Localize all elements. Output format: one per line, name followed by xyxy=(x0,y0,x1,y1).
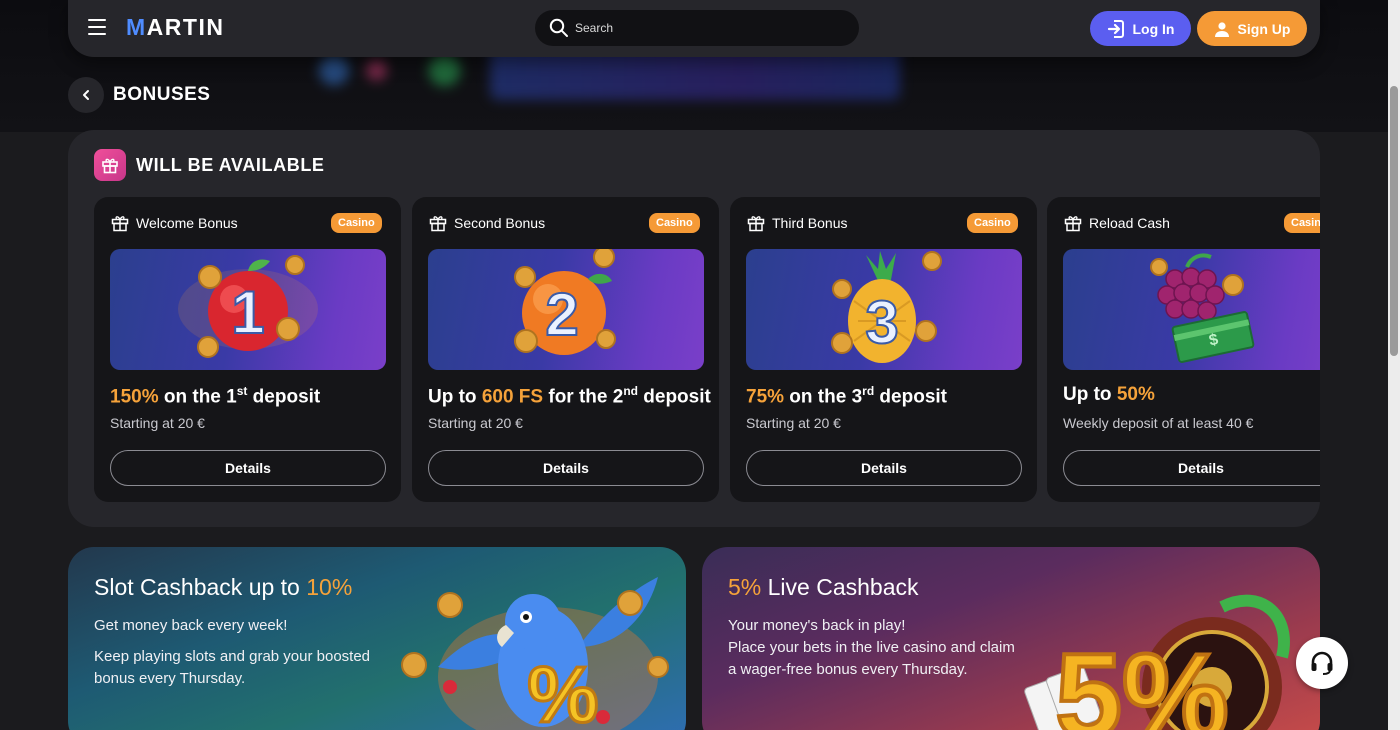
bonus-card-second: Second Bonus Casino 2 Up to 600 FS for t… xyxy=(412,197,719,502)
live-cashback-banner[interactable]: 5% Live Cashback Your money's back in pl… xyxy=(702,547,1320,730)
search-box[interactable] xyxy=(535,10,859,46)
card-name: Welcome Bonus xyxy=(136,215,238,231)
card-artwork-pineapple: 3 xyxy=(746,249,1022,370)
gift-icon xyxy=(1064,216,1082,232)
card-name: Third Bonus xyxy=(772,215,848,231)
site-header: MARTIN Log In Sign Up xyxy=(68,0,1320,57)
card-headline: Up to 600 FS for the 2nd deposit xyxy=(428,384,711,408)
gift-icon xyxy=(747,216,765,232)
login-arrow-icon xyxy=(1107,19,1124,38)
logo-text: ARTIN xyxy=(146,14,225,40)
art-number: 2 xyxy=(545,281,578,348)
search-input[interactable] xyxy=(575,10,845,46)
card-headline: Up to 50% xyxy=(1063,384,1155,405)
card-artwork-grapes: $ xyxy=(1063,249,1320,370)
gift-icon xyxy=(94,149,126,181)
casino-tag: Casino xyxy=(649,213,700,233)
bonus-card-third: Third Bonus Casino 3 75% on the 3rd depo… xyxy=(730,197,1037,502)
banner-line2: Place your bets in the live casino and c… xyxy=(728,639,1015,678)
support-chat-button[interactable] xyxy=(1296,637,1348,689)
slot-cashback-banner[interactable]: Slot Cashback up to 10% Get money back e… xyxy=(68,547,686,730)
card-subtitle: Starting at 20 € xyxy=(110,415,205,431)
banner-line2: Keep playing slots and grab your boosted… xyxy=(94,648,371,687)
site-logo[interactable]: MARTIN xyxy=(126,14,224,41)
art-number: 3 xyxy=(865,289,898,356)
chevron-left-icon xyxy=(83,90,89,100)
details-button[interactable]: Details xyxy=(428,450,704,486)
gift-icon xyxy=(429,216,447,232)
card-subtitle: Starting at 20 € xyxy=(746,415,841,431)
login-button[interactable]: Log In xyxy=(1090,11,1191,46)
parrot-illustration: % xyxy=(401,577,669,730)
card-name: Second Bonus xyxy=(454,215,546,231)
card-artwork-apple: 1 xyxy=(110,249,386,370)
support-headset-icon xyxy=(1311,651,1333,675)
bonus-card-welcome: Welcome Bonus Casino 1 150% on the 1st d… xyxy=(94,197,401,502)
page-title: BONUSES xyxy=(113,84,211,105)
details-button[interactable]: Details xyxy=(746,450,1022,486)
bonus-card-reload: Reload Cash Casino $ xyxy=(1047,197,1320,502)
search-icon xyxy=(549,18,568,37)
user-icon xyxy=(1214,21,1229,37)
details-button[interactable]: Details xyxy=(1063,450,1320,486)
signup-button[interactable]: Sign Up xyxy=(1197,11,1307,46)
casino-tag: Casino xyxy=(967,213,1018,233)
signup-label: Sign Up xyxy=(1237,20,1291,37)
gift-icon xyxy=(111,216,129,232)
details-button[interactable]: Details xyxy=(110,450,386,486)
card-headline: 75% on the 3rd deposit xyxy=(746,384,947,408)
page-scrollbar[interactable] xyxy=(1388,0,1400,730)
back-button[interactable] xyxy=(68,77,104,113)
card-name: Reload Cash xyxy=(1089,215,1170,231)
bonuses-panel: WILL BE AVAILABLE Welcome Bonus Casino 1 xyxy=(68,130,1320,527)
roulette-illustration: 5% xyxy=(1024,594,1290,730)
banner-title: Slot Cashback up to 10% xyxy=(94,574,353,600)
bonus-cards: Welcome Bonus Casino 1 150% on the 1st d… xyxy=(94,197,1320,502)
casino-tag: Casino xyxy=(331,213,382,233)
section-title: WILL BE AVAILABLE xyxy=(136,155,325,175)
menu-icon[interactable] xyxy=(88,19,106,35)
login-label: Log In xyxy=(1132,20,1175,37)
banner-line1: Your money's back in play! xyxy=(728,617,906,634)
art-number: 1 xyxy=(231,279,264,346)
card-headline: 150% on the 1st deposit xyxy=(110,384,321,408)
card-subtitle: Weekly deposit of at least 40 € xyxy=(1063,415,1254,431)
scrollbar-thumb[interactable] xyxy=(1390,86,1398,356)
casino-tag: Casino xyxy=(1284,213,1320,233)
card-subtitle: Starting at 20 € xyxy=(428,415,523,431)
svg-text:%: % xyxy=(527,650,598,730)
logo-letter: M xyxy=(126,14,147,40)
banner-line1: Get money back every week! xyxy=(94,617,288,634)
card-artwork-orange: 2 xyxy=(428,249,704,370)
banner-title: 5% Live Cashback xyxy=(728,574,919,600)
svg-text:5%: 5% xyxy=(1055,629,1228,730)
